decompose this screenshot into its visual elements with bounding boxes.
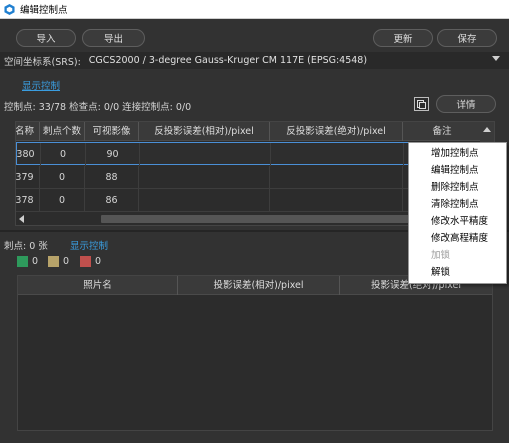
column-header-point-count[interactable]: 刺点个数	[40, 122, 85, 141]
context-menu: 增加控制点 编辑控制点 删除控制点 清除控制点 修改水平精度 修改高程精度 加锁…	[408, 142, 507, 284]
cell-point-count: 0	[40, 166, 85, 189]
column-header-remarks[interactable]: 备注	[403, 122, 481, 141]
column-header-proj-error-relative[interactable]: 投影误差(相对)/pixel	[178, 276, 340, 295]
cell-reproj-absolute	[270, 166, 403, 189]
column-header-name[interactable]: 名称	[16, 122, 40, 141]
srs-value: CGCS2000 / 3-degree Gauss-Kruger CM 117E…	[88, 55, 368, 66]
column-header-reproj-error-absolute[interactable]: 反投影误差(绝对)/pixel	[270, 122, 403, 141]
update-button[interactable]: 更新	[373, 29, 433, 47]
window-titlebar: 编辑控制点	[0, 0, 509, 19]
chevron-down-icon[interactable]	[492, 56, 500, 61]
legend-swatch-red	[80, 256, 91, 267]
export-button[interactable]: 导出	[82, 29, 145, 47]
menu-item-clear-control-points[interactable]: 清除控制点	[431, 197, 479, 213]
tie-point-count: 刺点: 0 张	[4, 241, 48, 252]
cell-visible-images: 90	[86, 143, 140, 166]
control-point-stats: 控制点: 33/78 检查点: 0/0 连接控制点: 0/0	[4, 102, 192, 113]
menu-item-modify-vertical-accuracy[interactable]: 修改高程精度	[431, 231, 488, 247]
column-header-photo-name[interactable]: 照片名	[18, 276, 178, 295]
cell-point-count: 0	[40, 189, 85, 212]
legend-swatch-green	[17, 256, 28, 267]
menu-item-add-control-point[interactable]: 增加控制点	[431, 146, 479, 162]
cell-name: 379	[16, 166, 40, 189]
legend-count-tan: 0	[63, 256, 70, 267]
cell-visible-images: 86	[85, 189, 139, 212]
copy-icon-button[interactable]	[414, 97, 429, 111]
save-button[interactable]: 保存	[437, 29, 497, 47]
scroll-left-icon[interactable]	[19, 215, 24, 223]
display-control-link[interactable]: 显示控制	[22, 78, 60, 92]
cell-point-count: 0	[41, 143, 86, 166]
menu-item-edit-control-point[interactable]: 编辑控制点	[431, 163, 479, 179]
legend-count-red: 0	[95, 256, 102, 267]
srs-label: 空间坐标系(SRS):	[4, 56, 81, 68]
app-logo-icon	[4, 3, 15, 15]
table-header: 名称 刺点个数 可视影像 反投影误差(相对)/pixel 反投影误差(绝对)/p…	[16, 122, 481, 141]
cell-reproj-relative	[139, 166, 270, 189]
cell-visible-images: 88	[85, 166, 139, 189]
scroll-up-icon[interactable]	[483, 127, 491, 132]
menu-item-modify-horizontal-accuracy[interactable]: 修改水平精度	[431, 214, 488, 230]
column-header-visible-images[interactable]: 可视影像	[85, 122, 139, 141]
legend-swatch-tan	[48, 256, 59, 267]
window-title: 编辑控制点	[20, 5, 68, 16]
display-control-link-2[interactable]: 显示控制	[70, 238, 108, 252]
cell-reproj-absolute	[271, 143, 404, 166]
cell-name: 378	[16, 189, 40, 212]
cell-reproj-relative	[140, 143, 271, 166]
menu-item-unlock[interactable]: 解锁	[431, 265, 450, 281]
copy-icon	[417, 99, 426, 109]
menu-item-delete-control-point[interactable]: 删除控制点	[431, 180, 479, 196]
column-header-reproj-error-relative[interactable]: 反投影误差(相对)/pixel	[139, 122, 270, 141]
cell-name: 380	[16, 143, 41, 166]
detail-button[interactable]: 详情	[436, 95, 496, 113]
srs-selector[interactable]: 空间坐标系(SRS): CGCS2000 / 3-degree Gauss-Kr…	[0, 52, 509, 69]
menu-item-lock: 加锁	[431, 250, 451, 261]
cell-reproj-absolute	[270, 189, 403, 212]
photo-table: 照片名 投影误差(相对)/pixel 投影误差(绝对)/pixel	[17, 275, 493, 431]
cell-reproj-relative	[139, 189, 270, 212]
scrollbar-thumb[interactable]	[101, 215, 431, 223]
legend-count-green: 0	[32, 256, 39, 267]
import-button[interactable]: 导入	[16, 29, 76, 47]
